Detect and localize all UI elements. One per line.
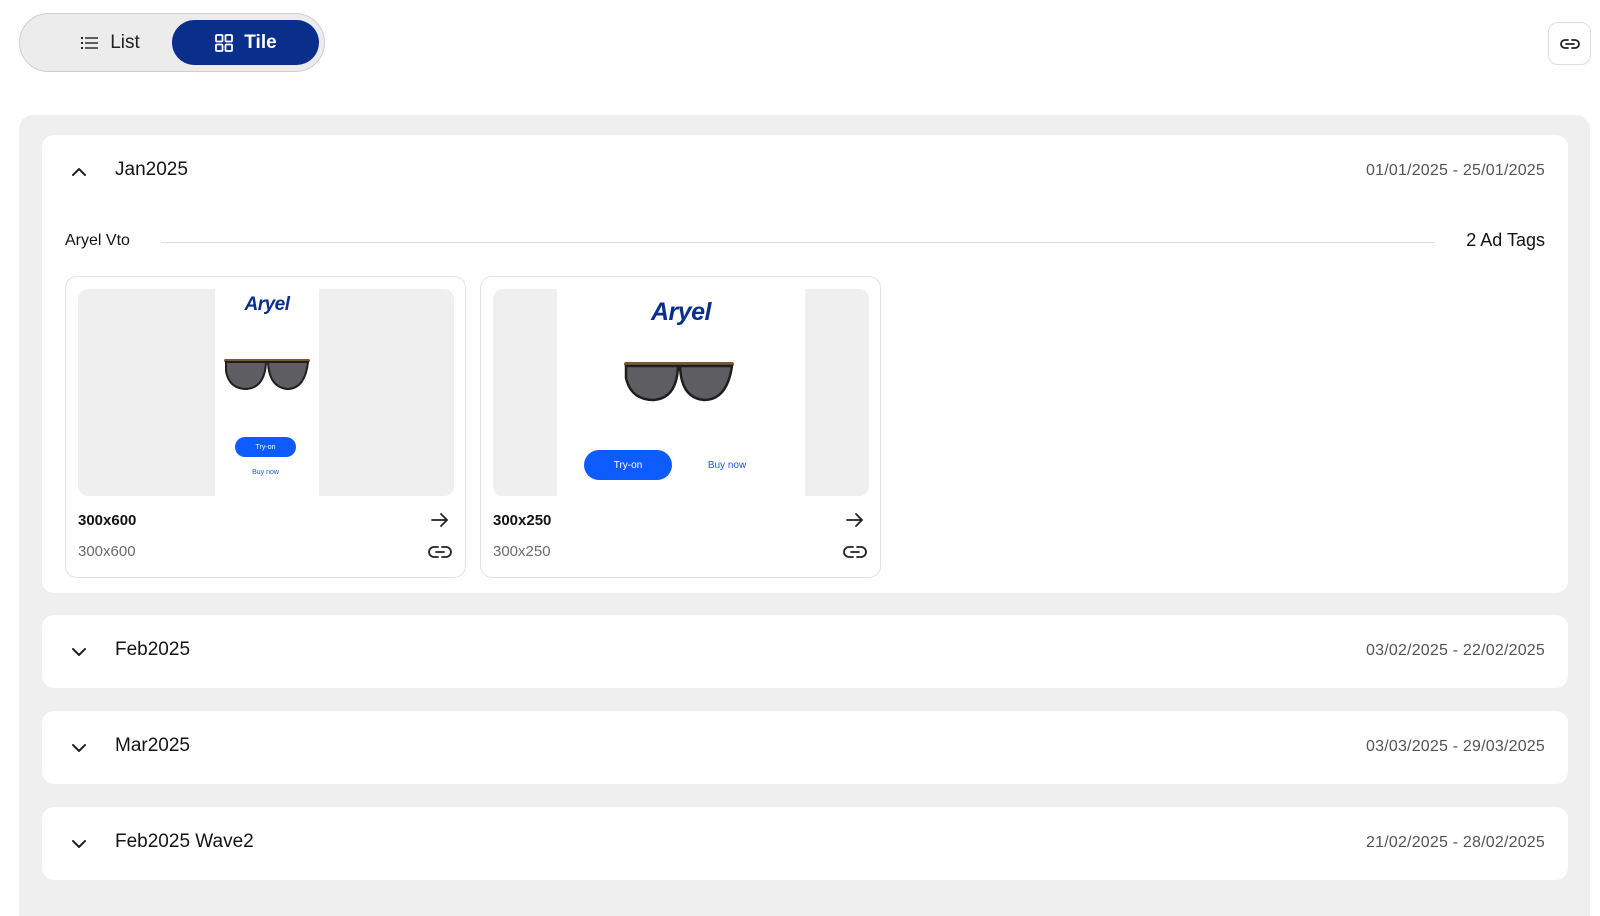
creative-300x600: Aryel Try-on Buy now xyxy=(215,289,319,496)
ad-tag-size: 300x250 xyxy=(493,543,551,560)
link-icon xyxy=(1559,38,1580,49)
month-dates: 21/02/2025 - 28/02/2025 xyxy=(1366,834,1545,851)
month-title: Jan2025 xyxy=(115,159,188,180)
list-view-label: List xyxy=(110,31,140,53)
tile-view-button[interactable]: Tile xyxy=(172,20,319,65)
month-title: Feb2025 Wave2 xyxy=(115,831,254,852)
campaigns-panel: Jan2025 01/01/2025 - 25/01/2025 Aryel Vt… xyxy=(19,115,1590,916)
ad-preview: Aryel Try-on Buy now xyxy=(493,289,869,496)
month-header[interactable]: Feb2025 Wave2 21/02/2025 - 28/02/2025 xyxy=(42,807,1568,880)
arrow-right-icon[interactable] xyxy=(843,509,867,531)
list-view-button[interactable]: List xyxy=(60,20,160,65)
month-title: Mar2025 xyxy=(115,735,190,756)
month-section-jan2025: Jan2025 01/01/2025 - 25/01/2025 Aryel Vt… xyxy=(42,135,1568,593)
ad-group-header: Aryel Vto 2 Ad Tags xyxy=(65,230,1545,254)
grid-icon xyxy=(215,33,234,52)
month-header[interactable]: Jan2025 01/01/2025 - 25/01/2025 xyxy=(42,135,1568,208)
chevron-up-icon[interactable] xyxy=(68,161,90,183)
arrow-right-icon[interactable] xyxy=(428,509,452,531)
chevron-down-icon[interactable] xyxy=(68,833,90,855)
divider xyxy=(161,242,1435,243)
ad-tag-count: 2 Ad Tags xyxy=(1466,230,1545,250)
month-dates: 03/02/2025 - 22/02/2025 xyxy=(1366,642,1545,659)
month-section-feb2025-wave2: Feb2025 Wave2 21/02/2025 - 28/02/2025 xyxy=(42,807,1568,880)
month-title: Feb2025 xyxy=(115,639,191,660)
ad-tag-title: 300x600 xyxy=(78,512,137,529)
month-section-mar2025: Mar2025 03/03/2025 - 29/03/2025 xyxy=(42,711,1568,784)
ad-tag-card[interactable]: Aryel Try-on Buy now 300x250 300x250 xyxy=(480,276,881,578)
buy-now-link: Buy now xyxy=(252,468,279,476)
chevron-down-icon[interactable] xyxy=(68,737,90,759)
tile-view-label: Tile xyxy=(244,31,277,53)
list-icon xyxy=(81,36,99,49)
chevron-down-icon[interactable] xyxy=(68,641,90,663)
month-header[interactable]: Feb2025 03/02/2025 - 22/02/2025 xyxy=(42,615,1568,688)
month-header[interactable]: Mar2025 03/03/2025 - 29/03/2025 xyxy=(42,711,1568,784)
month-dates: 01/01/2025 - 25/01/2025 xyxy=(1366,162,1545,179)
ad-tag-size: 300x600 xyxy=(78,543,136,560)
try-on-button: Try-on xyxy=(235,437,296,457)
try-on-button: Try-on xyxy=(584,450,672,480)
aryel-logo: Aryel xyxy=(244,294,290,315)
ad-group-name: Aryel Vto xyxy=(65,232,130,249)
link-icon[interactable] xyxy=(843,541,867,563)
ad-tag-title: 300x250 xyxy=(493,512,552,529)
month-section-feb2025: Feb2025 03/02/2025 - 22/02/2025 xyxy=(42,615,1568,688)
sunglasses-image xyxy=(224,359,310,391)
ad-preview: Aryel Try-on Buy now xyxy=(78,289,454,496)
sunglasses-image xyxy=(624,362,734,402)
aryel-logo: Aryel xyxy=(650,298,712,326)
link-icon[interactable] xyxy=(428,541,452,563)
creative-300x250: Aryel Try-on Buy now xyxy=(557,289,805,496)
copy-link-button[interactable] xyxy=(1548,22,1591,65)
buy-now-link: Buy now xyxy=(707,459,747,471)
month-dates: 03/03/2025 - 29/03/2025 xyxy=(1366,738,1545,755)
ad-tag-card[interactable]: Aryel Try-on Buy now 300x600 300x600 xyxy=(65,276,466,578)
view-toggle: List Tile xyxy=(19,13,325,72)
